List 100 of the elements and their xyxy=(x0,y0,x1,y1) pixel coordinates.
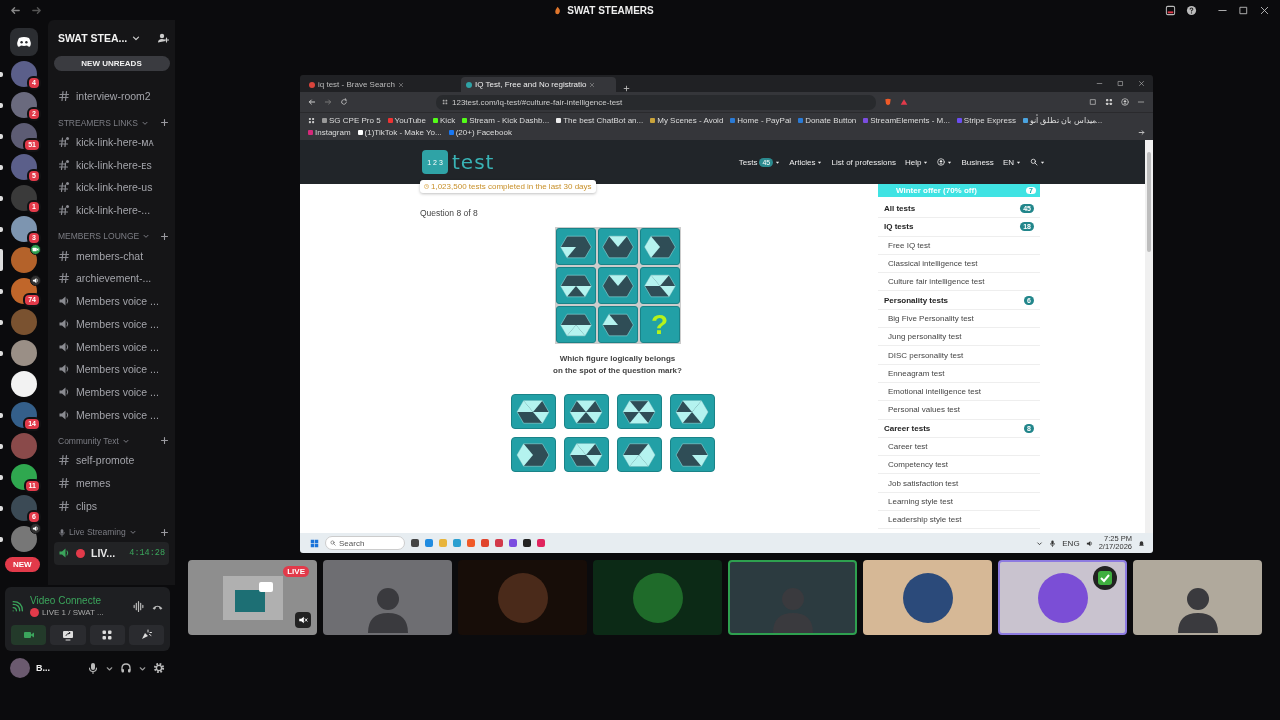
nav-link[interactable]: Articles xyxy=(789,157,823,167)
category-label[interactable]: Community Text xyxy=(58,435,119,446)
channel-name[interactable]: Members voice ... xyxy=(76,385,159,398)
server-avatar[interactable] xyxy=(11,495,37,521)
channel-name[interactable]: Members voice ... xyxy=(76,340,159,353)
answer-option[interactable] xyxy=(510,394,556,429)
server-avatar[interactable] xyxy=(11,92,37,118)
server-avatar[interactable] xyxy=(11,61,37,87)
bookmark-link[interactable]: ميداس بان تطلق أنو... xyxy=(1022,115,1103,126)
camera-button[interactable] xyxy=(11,625,47,645)
bookmark-link[interactable]: StreamElements - M... xyxy=(863,115,950,126)
answer-option[interactable] xyxy=(563,437,609,472)
plus-icon[interactable] xyxy=(160,231,169,241)
server-avatar[interactable] xyxy=(11,216,37,242)
plus-icon[interactable] xyxy=(160,118,169,128)
video-tile[interactable] xyxy=(998,560,1127,635)
back-arrow-icon[interactable] xyxy=(308,98,316,106)
app-home-button[interactable] xyxy=(10,28,38,56)
site-logo[interactable]: test xyxy=(452,150,495,174)
bookmark-link[interactable]: Donate Button xyxy=(798,115,857,126)
back-arrow-icon[interactable] xyxy=(10,4,21,16)
server-avatar[interactable] xyxy=(11,154,37,180)
forward-arrow-icon[interactable] xyxy=(31,4,42,16)
voice-channel-name[interactable]: LIVE 1 / SWAT ... xyxy=(30,608,126,617)
bookmark-link[interactable]: My Scenes - Avoid xyxy=(650,115,724,126)
server-avatar[interactable] xyxy=(11,247,37,273)
share-screen-button[interactable] xyxy=(50,625,86,645)
video-tile[interactable] xyxy=(458,560,587,635)
nav-link[interactable]: Help xyxy=(904,157,929,167)
taskbar-search-field[interactable]: Search xyxy=(325,536,405,550)
category-label[interactable]: MEMBERS LOUNGE xyxy=(58,231,140,242)
account-menu[interactable] xyxy=(937,158,953,166)
help-icon[interactable] xyxy=(1186,4,1197,16)
channel-name[interactable]: kick-link-here-... xyxy=(76,204,151,217)
bookmark-link[interactable]: (1)TikTok - Make Yo... xyxy=(357,127,442,138)
add-member-icon[interactable] xyxy=(157,32,169,44)
server-avatar[interactable] xyxy=(11,371,37,397)
nav-link[interactable]: List of professions xyxy=(831,157,896,167)
headphones-icon[interactable] xyxy=(120,662,132,674)
bookmark-link[interactable]: YouTube xyxy=(387,115,426,126)
notification-bell-icon[interactable] xyxy=(1138,539,1145,547)
video-tile[interactable] xyxy=(593,560,722,635)
channel-name[interactable]: archievement-... xyxy=(76,272,152,285)
channel-name[interactable]: Members voice ... xyxy=(76,408,159,421)
user-avatar[interactable] xyxy=(10,658,30,678)
bookmark-link[interactable]: Stripe Express xyxy=(956,115,1016,126)
settings-icon[interactable] xyxy=(153,662,165,674)
new-pill[interactable]: NEW xyxy=(5,557,40,572)
new-unreads-button[interactable]: NEW UNREADS xyxy=(53,56,170,71)
video-tile[interactable]: LIVE xyxy=(188,560,317,635)
channel-name[interactable]: kick-link-here-ᴇs xyxy=(76,158,152,171)
video-tile[interactable] xyxy=(323,560,452,635)
nav-link[interactable]: EN xyxy=(1002,157,1021,167)
activities-button[interactable] xyxy=(89,625,125,645)
maximize-icon[interactable] xyxy=(1117,80,1124,87)
windows-logo-icon[interactable] xyxy=(310,538,319,548)
answer-option[interactable] xyxy=(563,394,609,429)
soundboard-button[interactable] xyxy=(128,625,164,645)
answer-option[interactable] xyxy=(669,437,715,472)
plus-icon[interactable] xyxy=(160,436,169,446)
bookmark-link[interactable]: Kick xyxy=(433,115,456,126)
channel-name[interactable]: kick-link-here-ᴍᴀ xyxy=(76,136,154,149)
video-tile[interactable] xyxy=(863,560,992,635)
channel-name[interactable]: Members voice ... xyxy=(76,295,159,308)
channel-name[interactable]: clips xyxy=(76,499,97,512)
bookmark-link[interactable]: (20+) Facebook xyxy=(448,127,512,138)
channel-name[interactable]: Members voice ... xyxy=(76,317,159,330)
reload-icon[interactable] xyxy=(340,98,348,106)
close-icon[interactable] xyxy=(1259,4,1270,16)
answer-option[interactable] xyxy=(669,394,715,429)
bookmark-link[interactable]: Home - PayPal xyxy=(730,115,792,126)
browser-tab[interactable]: IQ Test, Free and No registratio xyxy=(461,77,616,92)
answer-option[interactable] xyxy=(510,437,556,472)
nav-link[interactable]: Business xyxy=(961,157,994,167)
browser-tab[interactable]: iq test - Brave Search xyxy=(304,77,459,92)
bookmark-link[interactable]: Instagram xyxy=(308,127,351,138)
video-tile[interactable] xyxy=(728,560,857,635)
address-bar[interactable]: 123test.com/iq-test/#culture-fair-intelligence-test xyxy=(436,94,876,110)
category-label[interactable]: Live Streaming xyxy=(69,527,126,537)
channel-name[interactable]: memes xyxy=(76,476,111,489)
channel-name[interactable]: Members voice ... xyxy=(76,363,159,376)
apps-grid-icon[interactable] xyxy=(308,117,315,124)
bookmark-link[interactable]: Stream - Kick Dashb... xyxy=(462,115,550,126)
language-indicator[interactable]: ENG xyxy=(1062,538,1080,548)
server-name[interactable]: SWAT STEA... xyxy=(58,32,128,44)
microphone-icon[interactable] xyxy=(1049,539,1057,547)
live-channel-row[interactable]: LIV... 4:14:28 xyxy=(54,542,169,565)
category-label[interactable]: STREAMERS LINKS xyxy=(58,117,138,128)
user-icon[interactable] xyxy=(1121,98,1129,106)
more-bookmarks-icon[interactable] xyxy=(1138,129,1145,136)
bookmark-link[interactable]: The best ChatBot an... xyxy=(556,115,644,126)
plus-icon[interactable] xyxy=(160,527,169,537)
bookmark-link[interactable]: SG CPE Pro 5 xyxy=(322,115,381,126)
chevron-up-icon[interactable] xyxy=(1036,539,1044,547)
channel-name[interactable]: self-promote xyxy=(76,454,135,467)
channel-name[interactable]: interview-room2 xyxy=(76,90,151,103)
speaker-icon[interactable] xyxy=(1085,539,1093,547)
maximize-icon[interactable] xyxy=(1238,4,1249,16)
channel-name[interactable]: members-chat xyxy=(76,249,144,262)
inbox-icon[interactable] xyxy=(1165,4,1176,16)
